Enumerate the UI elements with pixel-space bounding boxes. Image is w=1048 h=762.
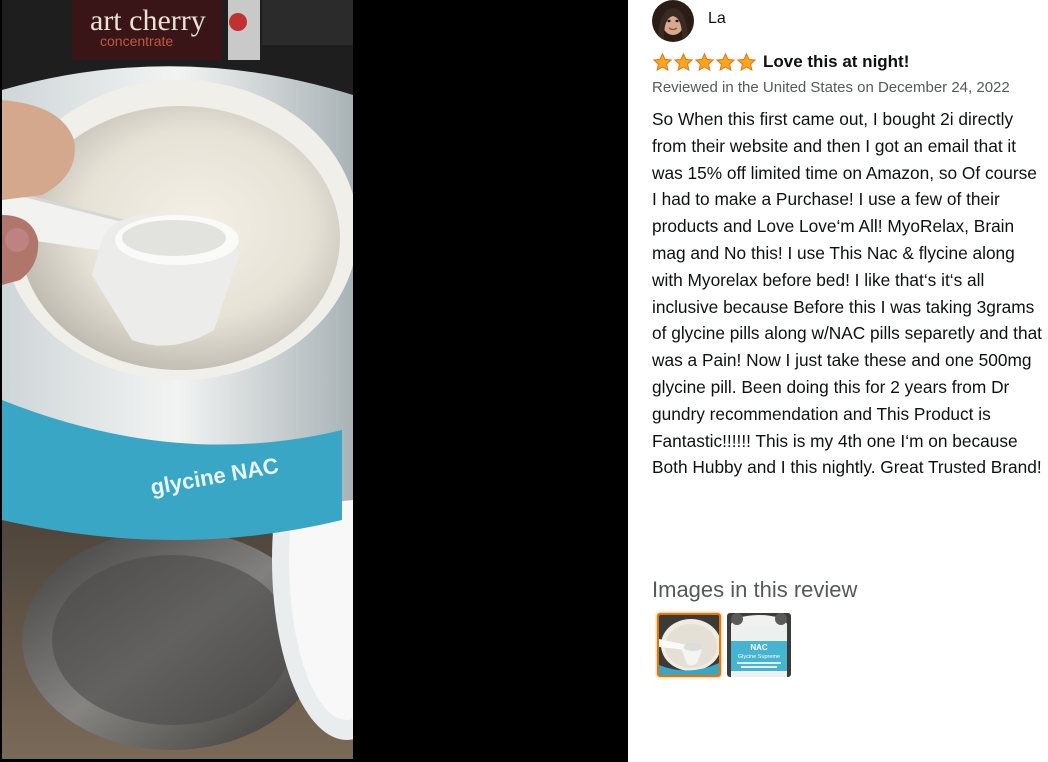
reviewer-name[interactable]: La [708, 10, 726, 28]
review-body-text: So When this first came out, I bought 2i… [652, 109, 1042, 478]
images-section-heading: Images in this review [652, 577, 858, 602]
review-title: Love this at night! [763, 52, 910, 71]
image-viewer: art cherry concentrate glycine NAC [0, 0, 628, 762]
star-rating[interactable] [652, 52, 757, 73]
thumb-glycine-text: Glycine Supreme [738, 654, 780, 660]
review-rating-row: Love this at night! [652, 50, 909, 74]
review-thumbnail-2[interactable]: NAC Glycine Supreme [727, 613, 791, 677]
review-thumbnail-1[interactable] [657, 613, 721, 677]
review-panel: La Love this at night! Reviewed in the U… [628, 0, 1048, 762]
photo-illustration: art cherry concentrate glycine NAC [2, 0, 353, 759]
star-icon [736, 52, 757, 71]
star-icon [652, 52, 673, 71]
review-image-thumbnails: NAC Glycine Supreme [657, 613, 797, 677]
review-date: Reviewed in the United States on Decembe… [652, 79, 1010, 96]
reviewer-profile[interactable]: La [652, 0, 726, 42]
star-icon [694, 52, 715, 71]
bottle-sub-text: concentrate [100, 33, 173, 49]
main-review-photo[interactable]: art cherry concentrate glycine NAC [2, 0, 353, 759]
user-avatar-icon[interactable] [652, 0, 694, 42]
star-icon [673, 52, 694, 71]
review-image-popover: art cherry concentrate glycine NAC La Lo… [0, 0, 1048, 762]
thumb-nac-text: NAC [750, 643, 768, 652]
star-icon [715, 52, 736, 71]
